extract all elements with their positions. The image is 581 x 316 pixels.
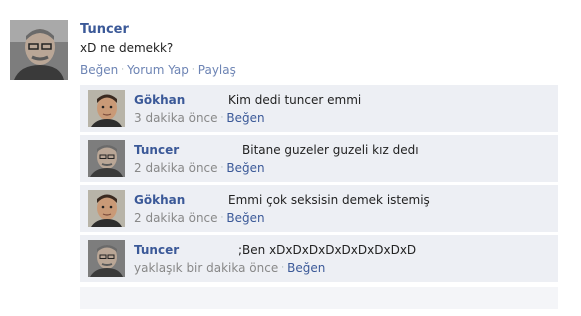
comment-text: ;Ben xDxDxDxDxDxDxDxDxD: [238, 243, 417, 257]
share-link[interactable]: Paylaş: [198, 63, 236, 77]
commenter-name[interactable]: Tuncer: [134, 243, 179, 257]
post-author-avatar[interactable]: [10, 20, 68, 80]
comment-like-link[interactable]: Beğen: [287, 261, 325, 275]
commenter-name[interactable]: Gökhan: [134, 93, 185, 107]
commenter-name[interactable]: Tuncer: [134, 143, 179, 157]
post-author-name[interactable]: Tuncer: [80, 22, 129, 37]
comment-meta: 2 dakika önce · Beğen: [134, 211, 265, 225]
comment-text: Bitane guzeler guzeli kız dedı: [242, 143, 419, 157]
comment-meta: yaklaşık bir dakika önce · Beğen: [134, 261, 325, 275]
commenter-avatar[interactable]: [88, 140, 125, 177]
comment-time[interactable]: 2 dakika önce: [134, 161, 218, 175]
commenter-avatar[interactable]: [88, 190, 125, 227]
separator-dot: ·: [281, 263, 285, 273]
comment-list: Gökhan Kim dedi tuncer emmi 3 dakika önc…: [80, 85, 558, 283]
comment-item: Gökhan Emmi çok seksisin demek istemiş 2…: [80, 185, 558, 233]
post-text: xD ne demekk?: [80, 41, 174, 55]
comment-meta: 3 dakika önce · Beğen: [134, 111, 265, 125]
commenter-avatar[interactable]: [88, 90, 125, 127]
comment-like-link[interactable]: Beğen: [226, 211, 264, 225]
comment-item: Tuncer Bitane guzeler guzeli kız dedı 2 …: [80, 135, 558, 183]
write-comment-box[interactable]: [80, 287, 558, 309]
commenter-name[interactable]: Gökhan: [134, 193, 185, 207]
comment-text: Kim dedi tuncer emmi: [228, 93, 362, 107]
older-man-photo: [88, 140, 125, 177]
comment-like-link[interactable]: Beğen: [226, 111, 264, 125]
separator-dot: ·: [191, 65, 195, 75]
commenter-avatar[interactable]: [88, 240, 125, 277]
older-man-photo: [10, 20, 68, 80]
comment-item: Gökhan Kim dedi tuncer emmi 3 dakika önc…: [80, 85, 558, 133]
comment-link[interactable]: Yorum Yap: [127, 63, 189, 77]
comment-item: Tuncer ;Ben xDxDxDxDxDxDxDxDxD yaklaşık …: [80, 235, 558, 283]
comment-time[interactable]: yaklaşık bir dakika önce: [134, 261, 278, 275]
post-actions: Beğen · Yorum Yap · Paylaş: [80, 63, 236, 77]
comment-text: Emmi çok seksisin demek istemiş: [228, 193, 430, 207]
separator-dot: ·: [121, 65, 125, 75]
young-man-photo: [88, 90, 125, 127]
comment-meta: 2 dakika önce · Beğen: [134, 161, 265, 175]
older-man-photo: [88, 240, 125, 277]
comment-time[interactable]: 3 dakika önce: [134, 111, 218, 125]
young-man-photo: [88, 190, 125, 227]
comment-like-link[interactable]: Beğen: [226, 161, 264, 175]
comment-time[interactable]: 2 dakika önce: [134, 211, 218, 225]
like-link[interactable]: Beğen: [80, 63, 118, 77]
